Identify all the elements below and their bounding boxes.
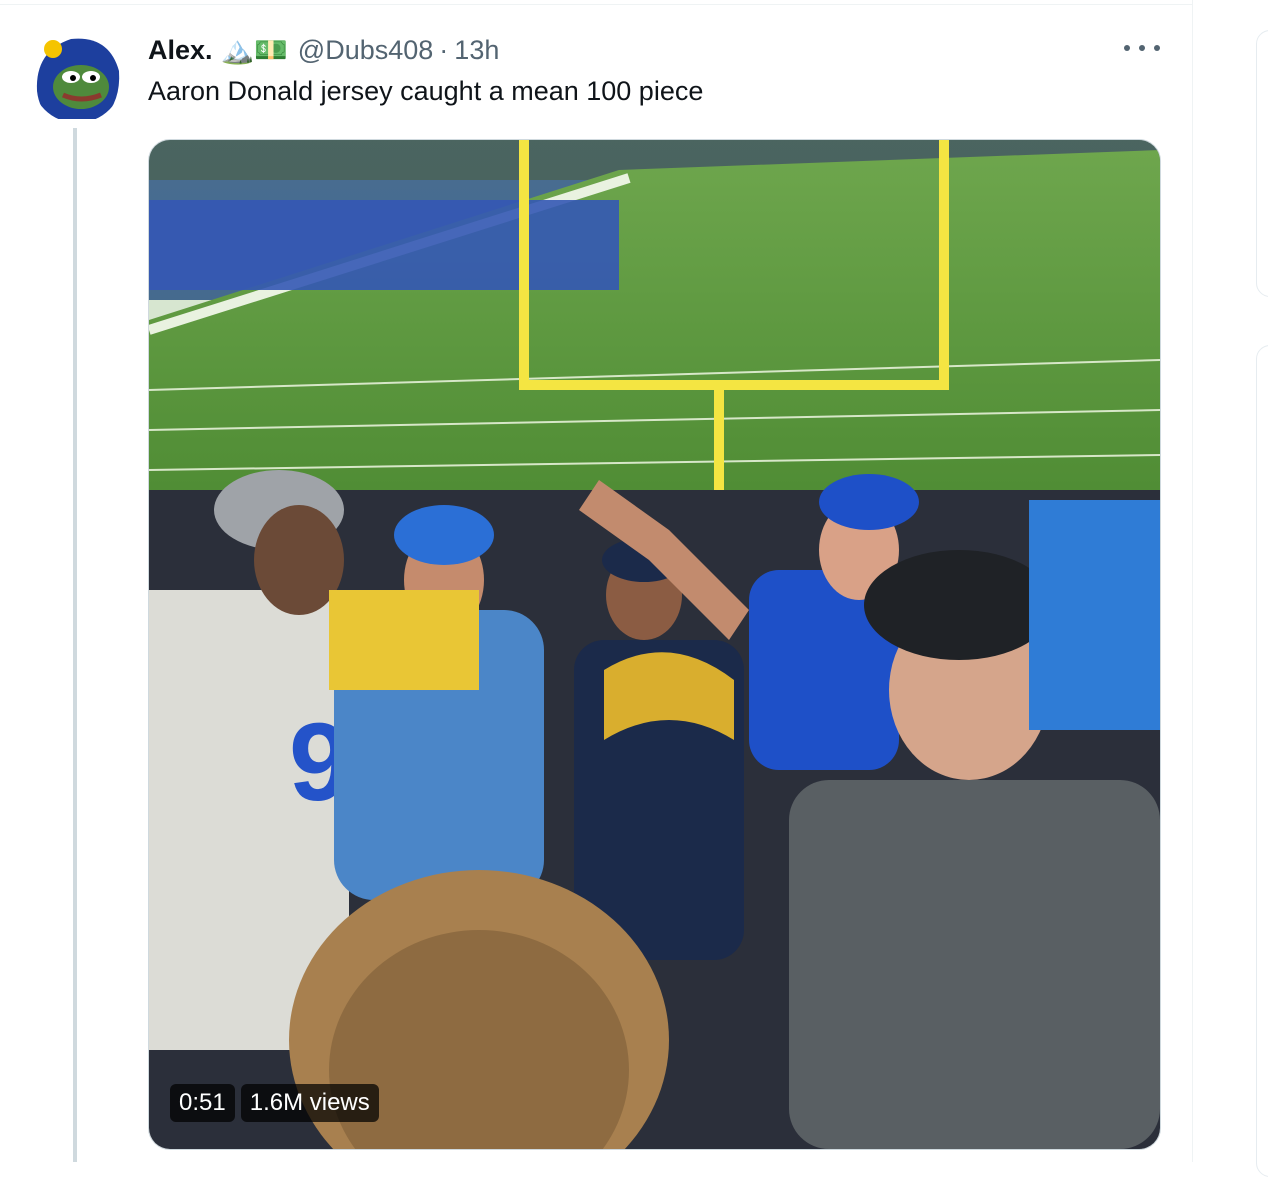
video-badges: 0:51 1.6M views	[170, 1084, 379, 1122]
video-views: 1.6M views	[240, 1084, 379, 1122]
video-frame-illustration: 9	[149, 140, 1160, 1149]
display-name[interactable]: Alex.	[148, 35, 213, 66]
tweet-header: Alex. 🏔️💵 @Dubs408 · 13h	[148, 30, 499, 70]
timestamp[interactable]: 13h	[454, 35, 499, 66]
avatar[interactable]	[31, 31, 123, 123]
thread-line	[73, 128, 77, 1162]
column-divider	[1192, 0, 1193, 1162]
name-emojis: 🏔️💵	[220, 35, 288, 65]
separator: ·	[439, 34, 449, 65]
tweet-text: Aaron Donald jersey caught a mean 100 pi…	[148, 76, 704, 106]
sidebar-panel-lower	[1256, 345, 1268, 1177]
user-handle[interactable]: @Dubs408	[298, 35, 434, 66]
top-border	[0, 0, 1192, 5]
more-horizontal-icon[interactable]	[1124, 36, 1160, 60]
pepe-avatar-icon	[31, 31, 123, 123]
sidebar-panel	[1256, 30, 1268, 297]
video-duration: 0:51	[170, 1084, 235, 1122]
video-player[interactable]: 9	[148, 139, 1161, 1150]
